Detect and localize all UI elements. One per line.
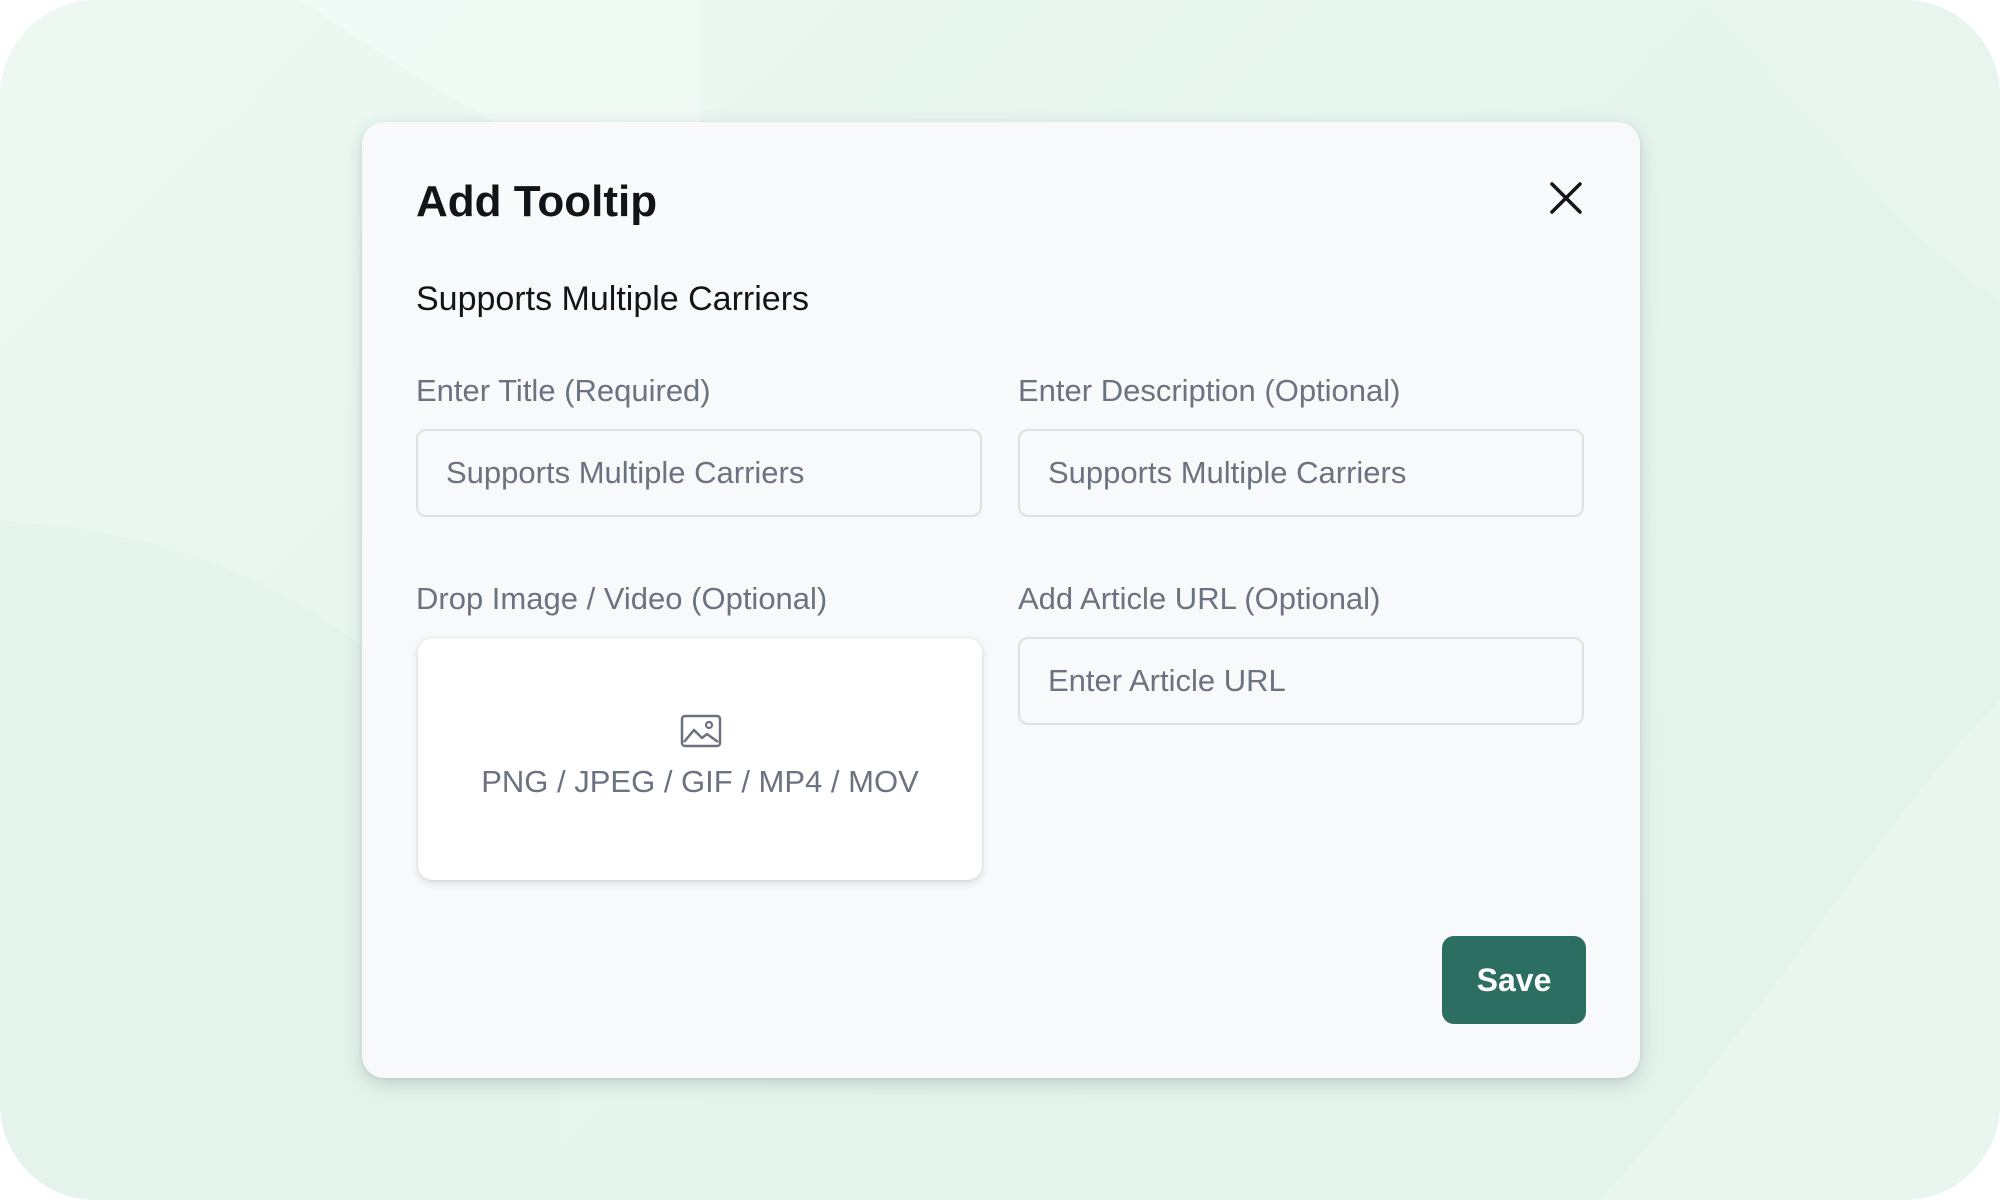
dropzone-formats-text: PNG / JPEG / GIF / MP4 / MOV <box>481 764 919 799</box>
description-input[interactable] <box>1018 429 1584 517</box>
close-button[interactable] <box>1542 174 1590 222</box>
image-icon <box>680 714 722 748</box>
section-title: Supports Multiple Carriers <box>416 280 810 318</box>
save-button[interactable]: Save <box>1442 936 1586 1024</box>
media-dropzone[interactable]: PNG / JPEG / GIF / MP4 / MOV <box>418 638 982 880</box>
add-tooltip-modal: Add Tooltip Supports Multiple Carriers E… <box>362 122 1640 1078</box>
article-url-field-label: Add Article URL (Optional) <box>1018 581 1381 616</box>
media-field-label: Drop Image / Video (Optional) <box>416 581 828 616</box>
modal-title: Add Tooltip <box>416 177 658 226</box>
article-url-input[interactable] <box>1018 637 1584 725</box>
title-input[interactable] <box>416 429 982 517</box>
title-field-label: Enter Title (Required) <box>416 373 711 408</box>
close-icon <box>1550 182 1582 214</box>
description-field-label: Enter Description (Optional) <box>1018 373 1401 408</box>
